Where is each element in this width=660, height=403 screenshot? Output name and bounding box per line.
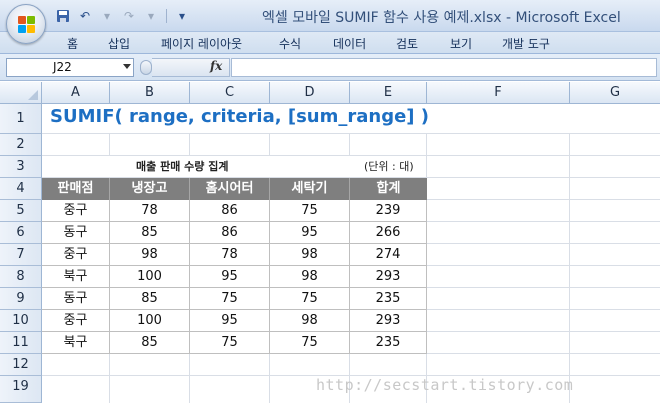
cell-washer[interactable]: 75 (270, 200, 350, 222)
row-header-2[interactable]: 2 (0, 134, 42, 156)
cell-total[interactable]: 239 (350, 200, 427, 222)
column-header-row: A B C D E F G (0, 82, 660, 104)
cell-refrigerator[interactable]: 78 (110, 200, 190, 222)
cell-store[interactable]: 중구 (42, 244, 110, 266)
cell-store[interactable]: 동구 (42, 222, 110, 244)
gridline (569, 104, 570, 403)
table-caption[interactable]: 매출 판매 수량 집계 (136, 156, 228, 178)
tab-developer[interactable]: 개발 도구 (502, 35, 550, 52)
cell-home-theater[interactable]: 78 (190, 244, 270, 266)
cell-washer[interactable]: 98 (270, 266, 350, 288)
cell-refrigerator[interactable]: 98 (110, 244, 190, 266)
cell-store[interactable]: 중구 (42, 200, 110, 222)
select-all-button[interactable] (0, 82, 42, 103)
office-logo-icon (18, 16, 36, 34)
cell-refrigerator[interactable]: 85 (110, 222, 190, 244)
cell-total[interactable]: 266 (350, 222, 427, 244)
insert-function-icon[interactable]: fx (210, 59, 222, 73)
formula-input[interactable] (231, 58, 657, 77)
formula-bar: J22 fx (0, 54, 660, 81)
unit-label[interactable]: (단위 : 대) (364, 156, 414, 178)
cell-refrigerator[interactable]: 85 (110, 332, 190, 354)
cell-home-theater[interactable]: 86 (190, 222, 270, 244)
cell-total[interactable]: 235 (350, 332, 427, 354)
row-header-12[interactable]: 12 (0, 354, 42, 376)
row-header-9[interactable]: 9 (0, 288, 42, 310)
cell-total[interactable]: 293 (350, 310, 427, 332)
gridline (42, 133, 660, 134)
cell-store[interactable]: 북구 (42, 266, 110, 288)
customize-qat-icon[interactable]: ▾ (173, 7, 191, 25)
formula-bar-grip[interactable] (140, 60, 152, 75)
cell-store[interactable]: 동구 (42, 288, 110, 310)
cell-total[interactable]: 235 (350, 288, 427, 310)
row-header-5[interactable]: 5 (0, 200, 42, 222)
tab-formulas[interactable]: 수식 (279, 35, 301, 52)
cell-refrigerator[interactable]: 100 (110, 266, 190, 288)
column-header-d[interactable]: D (270, 82, 350, 103)
row-header-6[interactable]: 6 (0, 222, 42, 244)
tab-home[interactable]: 홈 (67, 35, 78, 52)
row-header-7[interactable]: 7 (0, 244, 42, 266)
cell-home-theater[interactable]: 86 (190, 200, 270, 222)
row-header-10[interactable]: 10 (0, 310, 42, 332)
redo-icon[interactable]: ↷ (120, 7, 138, 25)
column-header-g[interactable]: G (570, 82, 660, 103)
cell-store[interactable]: 중구 (42, 310, 110, 332)
header-home-theater[interactable]: 홈시어터 (190, 178, 270, 200)
cell-home-theater[interactable]: 95 (190, 266, 270, 288)
save-icon[interactable] (54, 7, 72, 25)
row-header-8[interactable]: 8 (0, 266, 42, 288)
row-header-1[interactable]: 1 (0, 104, 42, 134)
name-box-dropdown-icon[interactable] (123, 64, 131, 69)
row-header-11[interactable]: 11 (0, 332, 42, 354)
tab-review[interactable]: 검토 (396, 35, 418, 52)
row-header-4[interactable]: 4 (0, 178, 42, 200)
tab-view[interactable]: 보기 (450, 35, 472, 52)
name-box[interactable]: J22 (6, 58, 134, 77)
header-washer[interactable]: 세탁기 (270, 178, 350, 200)
row-header-19[interactable]: 19 (0, 376, 42, 403)
cell-refrigerator[interactable]: 85 (110, 288, 190, 310)
column-header-b[interactable]: B (110, 82, 190, 103)
cell-washer[interactable]: 95 (270, 222, 350, 244)
cell-total[interactable]: 274 (350, 244, 427, 266)
cell-washer[interactable]: 75 (270, 288, 350, 310)
window-title: 엑셀 모바일 SUMIF 함수 사용 예제.xlsx - Microsoft E… (262, 10, 621, 26)
undo-icon[interactable]: ↶ (76, 7, 94, 25)
select-all-icon (28, 90, 38, 100)
title-bar: ↶ ▾ ↷ ▾ ▾ 엑셀 모바일 SUMIF 함수 사용 예제.xlsx - M… (0, 0, 660, 32)
sumif-syntax-title[interactable]: SUMIF( range, criteria, [sum_range] ) (50, 105, 429, 129)
row-header-3[interactable]: 3 (0, 156, 42, 178)
cell-refrigerator[interactable]: 100 (110, 310, 190, 332)
header-store[interactable]: 판매점 (42, 178, 110, 200)
worksheet-grid[interactable]: SUMIF( range, criteria, [sum_range] ) 매출… (42, 104, 660, 403)
cell-home-theater[interactable]: 75 (190, 332, 270, 354)
header-refrigerator[interactable]: 냉장고 (110, 178, 190, 200)
cell-washer[interactable]: 98 (270, 244, 350, 266)
qat-separator (166, 9, 167, 23)
column-header-e[interactable]: E (350, 82, 427, 103)
office-button[interactable] (6, 4, 46, 44)
tab-insert[interactable]: 삽입 (108, 35, 130, 52)
cell-total[interactable]: 293 (350, 266, 427, 288)
column-header-f[interactable]: F (427, 82, 570, 103)
undo-dropdown-icon[interactable]: ▾ (98, 7, 116, 25)
quick-access-toolbar: ↶ ▾ ↷ ▾ ▾ (54, 6, 191, 26)
tab-data[interactable]: 데이터 (333, 35, 366, 52)
ribbon-tabs: 홈 삽입 페이지 레이아웃 수식 데이터 검토 보기 개발 도구 (0, 32, 660, 54)
cell-washer[interactable]: 98 (270, 310, 350, 332)
tab-page-layout[interactable]: 페이지 레이아웃 (161, 35, 242, 52)
column-header-a[interactable]: A (42, 82, 110, 103)
cell-washer[interactable]: 75 (270, 332, 350, 354)
redo-dropdown-icon[interactable]: ▾ (142, 7, 160, 25)
cell-home-theater[interactable]: 75 (190, 288, 270, 310)
cell-store[interactable]: 북구 (42, 332, 110, 354)
watermark: http://secstart.tistory.com (316, 376, 574, 394)
header-total[interactable]: 합계 (350, 178, 427, 200)
column-header-c[interactable]: C (190, 82, 270, 103)
cell-home-theater[interactable]: 95 (190, 310, 270, 332)
